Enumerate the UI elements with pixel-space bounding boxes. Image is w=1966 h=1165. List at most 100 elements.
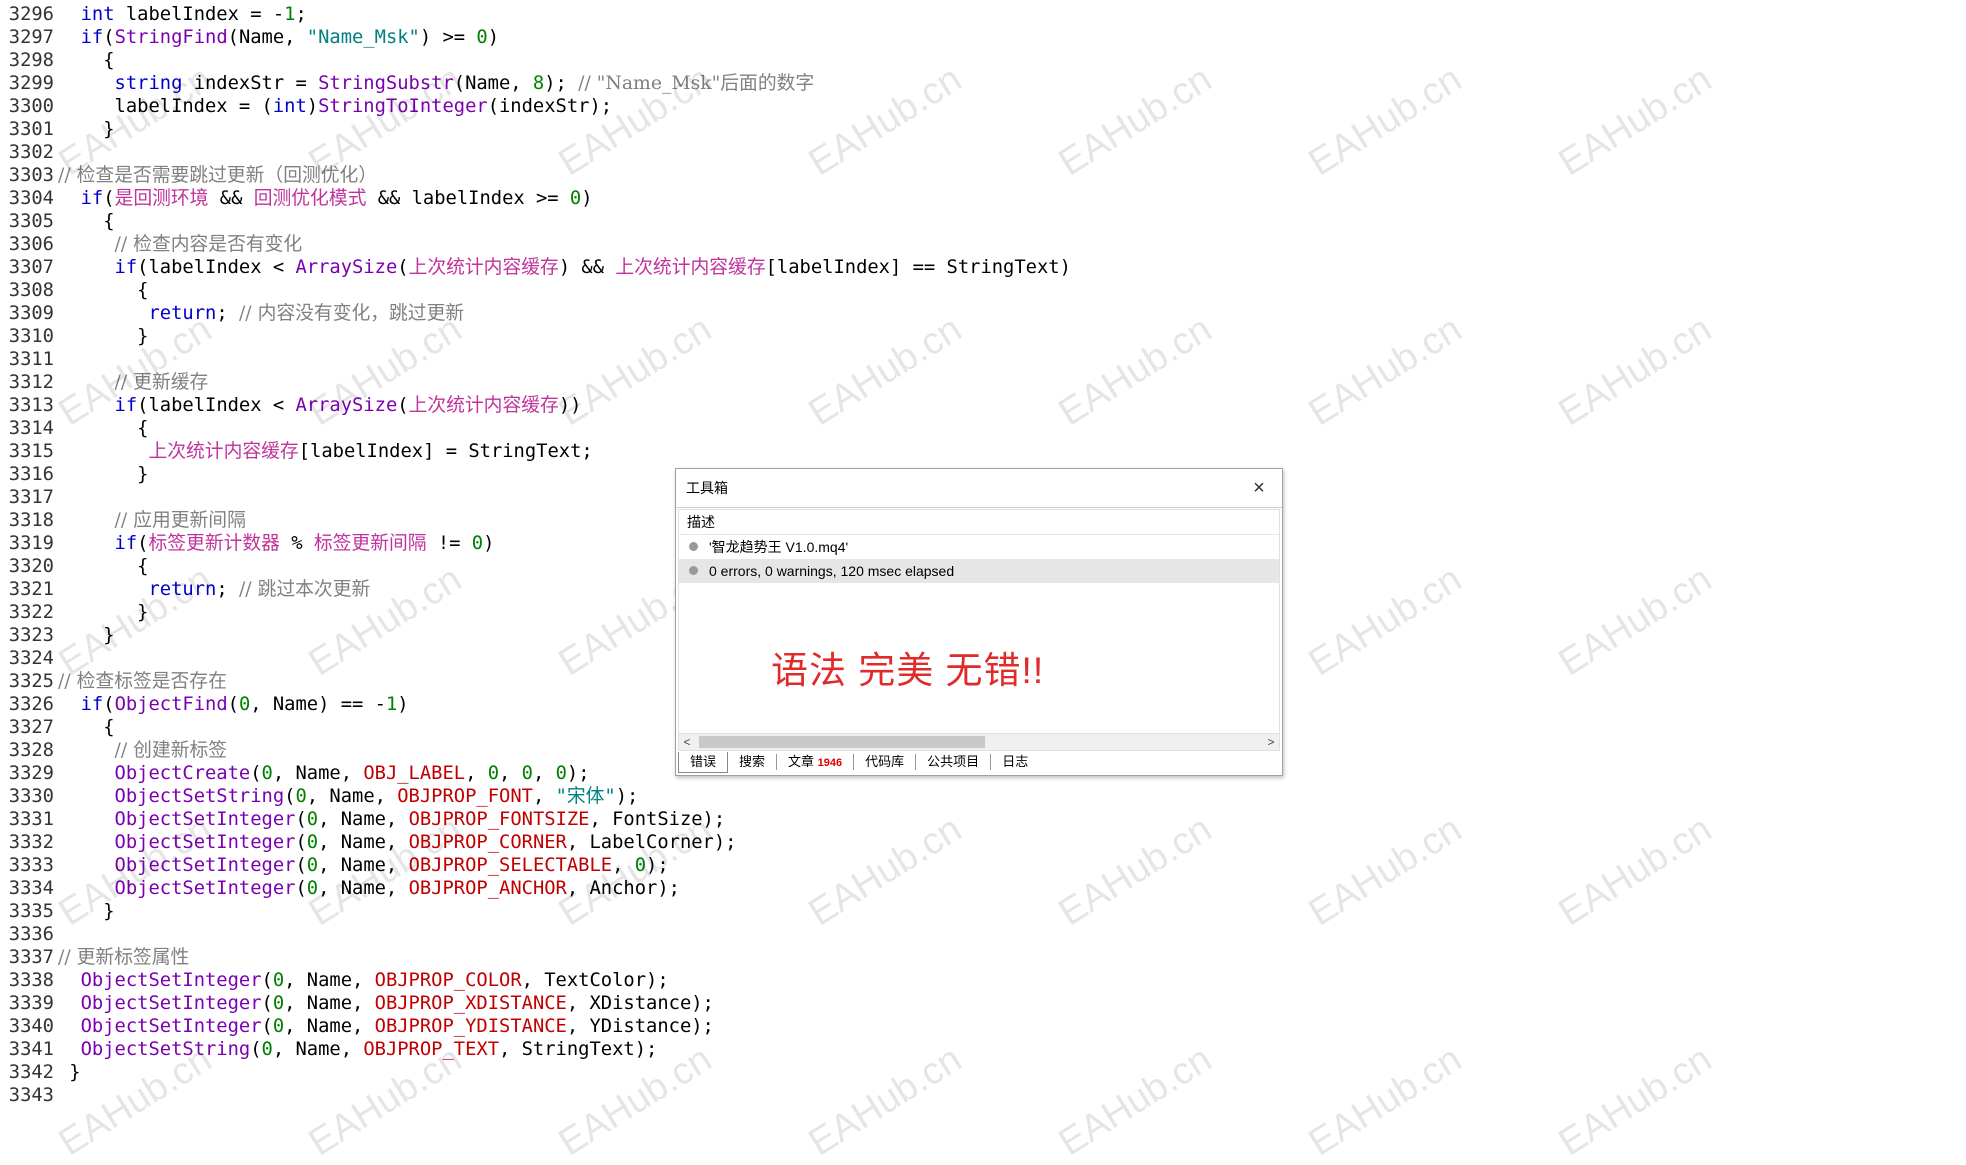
line-number: 3335 (8, 901, 54, 922)
code-line[interactable]: 3318 // 应用更新间隔 (0, 509, 246, 532)
code-text: if(labelIndex < ArraySize(上次统计内容缓存)) (114, 395, 582, 416)
code-line[interactable]: 3310 } (0, 325, 149, 348)
code-line[interactable]: 3321 return; // 跳过本次更新 (0, 578, 370, 601)
code-line[interactable]: 3301 } (0, 118, 115, 141)
tab-journal[interactable]: 日志 (991, 754, 1039, 770)
tab-codebase[interactable]: 代码库 (854, 754, 917, 770)
code-line[interactable]: 3308 { (0, 279, 149, 302)
success-message: 语法 完美 无错!! (771, 650, 1045, 691)
scroll-right-icon[interactable]: > (1263, 734, 1279, 750)
line-number: 3308 (8, 280, 54, 301)
code-line[interactable]: 3320 { (0, 555, 149, 578)
articles-count-badge: 1946 (817, 757, 843, 769)
code-line[interactable]: 3317 (0, 486, 56, 509)
line-number: 3298 (8, 50, 54, 71)
line-number: 3329 (8, 763, 54, 784)
code-line[interactable]: 3341 ObjectSetString(0, Name, OBJPROP_TE… (0, 1038, 658, 1061)
toolbox-tabs: 错误 搜索 文章 1946 代码库 公共项目 日志 (678, 751, 1280, 773)
code-line[interactable]: 3338 ObjectSetInteger(0, Name, OBJPROP_C… (0, 969, 669, 992)
code-text: if(StringFind(Name, "Name_Msk") >= 0) (80, 27, 500, 48)
code-line[interactable]: 3297 if(StringFind(Name, "Name_Msk") >= … (0, 26, 499, 49)
code-line[interactable]: 3316 } (0, 463, 149, 486)
code-line[interactable]: 3312 // 更新缓存 (0, 371, 209, 394)
line-number: 3324 (8, 648, 54, 669)
output-row-result[interactable]: 0 errors, 0 warnings, 120 msec elapsed (679, 559, 1279, 583)
line-number: 3315 (8, 441, 54, 462)
code-line[interactable]: 3322 } (0, 601, 149, 624)
code-text: // 应用更新间隔 (114, 510, 246, 531)
code-line[interactable]: 3315 上次统计内容缓存[labelIndex] = StringText; (0, 440, 593, 463)
code-line[interactable]: 3329 ObjectCreate(0, Name, OBJ_LABEL, 0,… (0, 762, 590, 785)
tab-errors[interactable]: 错误 (678, 752, 729, 773)
code-text: // 检查内容是否有变化 (114, 234, 303, 255)
line-number: 3300 (8, 96, 54, 117)
code-text: ObjectSetInteger(0, Name, OBJPROP_SELECT… (114, 855, 669, 876)
code-line[interactable]: 3325// 检查标签是否存在 (0, 670, 227, 693)
code-line[interactable]: 3326 if(ObjectFind(0, Name) == -1) (0, 693, 409, 716)
code-line[interactable]: 3331 ObjectSetInteger(0, Name, OBJPROP_F… (0, 808, 725, 831)
code-text: // 创建新标签 (114, 740, 228, 761)
code-line[interactable]: 3336 (0, 923, 56, 946)
code-line[interactable]: 3319 if(标签更新计数器 % 标签更新间隔 != 0) (0, 532, 495, 555)
close-icon[interactable]: × (1244, 469, 1274, 507)
tab-search[interactable]: 搜索 (728, 754, 778, 770)
code-line[interactable]: 3307 if(labelIndex < ArraySize(上次统计内容缓存)… (0, 256, 1071, 279)
code-line[interactable]: 3340 ObjectSetInteger(0, Name, OBJPROP_Y… (0, 1015, 714, 1038)
code-line[interactable]: 3296 int labelIndex = -1; (0, 3, 307, 26)
code-text: // 检查标签是否存在 (58, 671, 227, 692)
toolbox-title: 工具箱 (686, 480, 728, 496)
code-text: } (58, 901, 115, 922)
code-line[interactable]: 3323 } (0, 624, 115, 647)
code-line[interactable]: 3330 ObjectSetString(0, Name, OBJPROP_FO… (0, 785, 639, 808)
code-line[interactable]: 3332 ObjectSetInteger(0, Name, OBJPROP_C… (0, 831, 737, 854)
code-line[interactable]: 3305 { (0, 210, 115, 233)
code-line[interactable]: 3306 // 检查内容是否有变化 (0, 233, 302, 256)
code-text: string indexStr = StringSubstr(Name, 8);… (114, 73, 815, 94)
toolbox-titlebar: 工具箱 × (676, 469, 1282, 508)
code-line[interactable]: 3309 return; // 内容没有变化，跳过更新 (0, 302, 464, 325)
code-line[interactable]: 3339 ObjectSetInteger(0, Name, OBJPROP_X… (0, 992, 714, 1015)
line-number: 3297 (8, 27, 54, 48)
code-text: } (58, 1062, 81, 1083)
code-line[interactable]: 3302 (0, 141, 56, 164)
scroll-left-icon[interactable]: < (679, 734, 695, 750)
code-line[interactable]: 3334 ObjectSetInteger(0, Name, OBJPROP_A… (0, 877, 680, 900)
code-line[interactable]: 3324 (0, 647, 56, 670)
tab-public-projects[interactable]: 公共项目 (916, 754, 992, 770)
tab-articles[interactable]: 文章 1946 (777, 754, 855, 770)
output-row-text: '智龙趋势王 V1.0.mq4' (709, 539, 849, 555)
line-number: 3313 (8, 395, 54, 416)
code-text: { (58, 50, 115, 71)
code-text: { (58, 717, 115, 738)
line-number: 3301 (8, 119, 54, 140)
code-line[interactable]: 3298 { (0, 49, 115, 72)
horizontal-scrollbar[interactable]: < > (678, 733, 1280, 751)
code-line[interactable]: 3299 string indexStr = StringSubstr(Name… (0, 72, 814, 95)
info-dot-icon (689, 566, 698, 575)
code-line[interactable]: 3314 { (0, 417, 149, 440)
code-line[interactable]: 3343 (0, 1084, 56, 1107)
line-number: 3312 (8, 372, 54, 393)
code-line[interactable]: 3327 { (0, 716, 115, 739)
scroll-thumb[interactable] (699, 736, 985, 748)
description-column-header[interactable]: 描述 (679, 510, 1279, 535)
code-line[interactable]: 3311 (0, 348, 56, 371)
line-number: 3340 (8, 1016, 54, 1037)
code-line[interactable]: 3313 if(labelIndex < ArraySize(上次统计内容缓存)… (0, 394, 582, 417)
output-row-file[interactable]: '智龙趋势王 V1.0.mq4' (679, 535, 1279, 559)
code-text: { (58, 556, 149, 577)
code-line[interactable]: 3300 labelIndex = (int)StringToInteger(i… (0, 95, 612, 118)
line-number: 3320 (8, 556, 54, 577)
code-text: } (58, 625, 115, 646)
code-line[interactable]: 3303// 检查是否需要跳过更新（回测优化） (0, 164, 377, 187)
code-text: { (58, 280, 149, 301)
code-line[interactable]: 3342 } (0, 1061, 81, 1084)
code-line[interactable]: 3337// 更新标签属性 (0, 946, 190, 969)
code-line[interactable]: 3335 } (0, 900, 115, 923)
code-line[interactable]: 3328 // 创建新标签 (0, 739, 227, 762)
code-text: ObjectSetInteger(0, Name, OBJPROP_FONTSI… (114, 809, 726, 830)
code-line[interactable]: 3333 ObjectSetInteger(0, Name, OBJPROP_S… (0, 854, 669, 877)
toolbox-output-panel: 描述 '智龙趋势王 V1.0.mq4' 0 errors, 0 warnings… (678, 509, 1280, 735)
line-number: 3311 (8, 349, 54, 370)
code-line[interactable]: 3304 if(是回测环境 && 回测优化模式 && labelIndex >=… (0, 187, 593, 210)
